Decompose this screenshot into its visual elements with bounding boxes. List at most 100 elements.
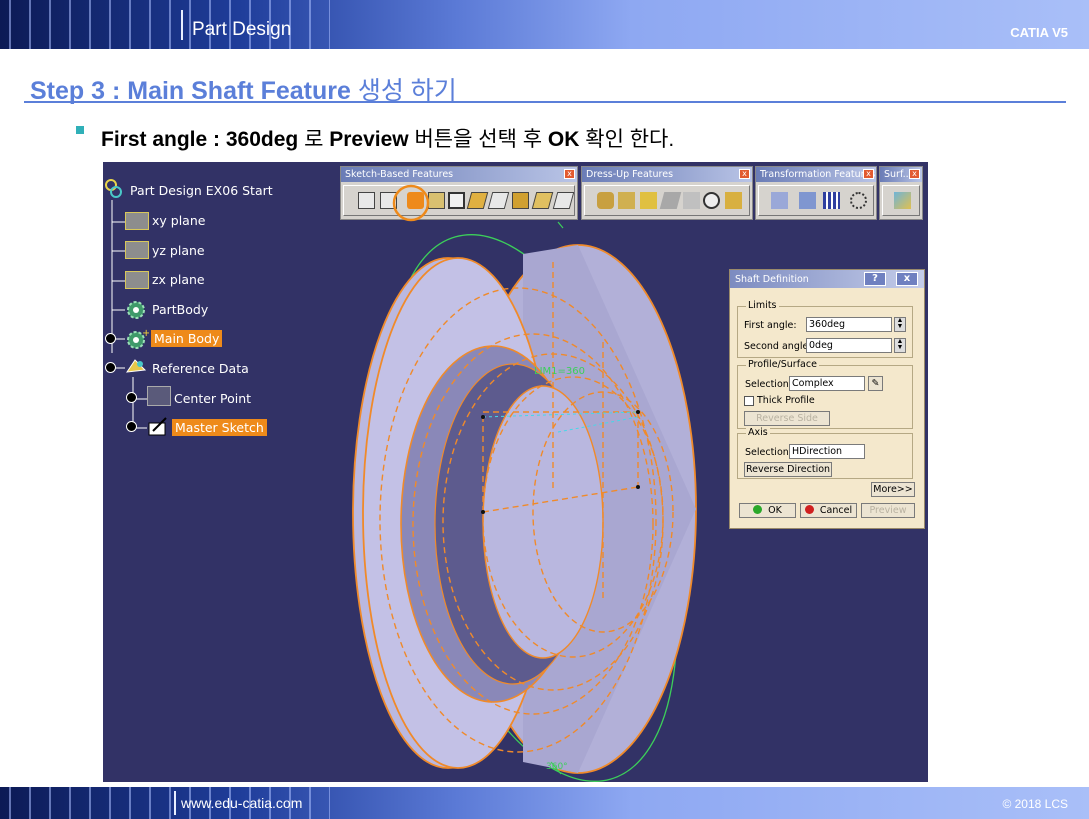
- axis-group: Axis Selection: HDirection Reverse Direc…: [737, 427, 913, 479]
- reverse-direction-button[interactable]: Reverse Direction: [744, 462, 832, 477]
- tree-item-center-point[interactable]: Center Point: [174, 391, 251, 406]
- body-gear-icon: +: [125, 328, 150, 350]
- toolbar-body: [882, 185, 920, 216]
- dialog-title: Shaft Definition: [735, 274, 809, 285]
- instruction-text: First angle : 360deg 로 Preview 버튼을 선택 후 …: [101, 123, 674, 153]
- svg-text:+: +: [142, 328, 149, 339]
- tree-item-part-root[interactable]: Part Design EX06 Start: [130, 183, 273, 198]
- tree-item-xy-plane[interactable]: xy plane: [152, 213, 205, 228]
- footer-bar: www.edu-catia.com © 2018 LCS: [0, 787, 1089, 819]
- fillet-icon[interactable]: [597, 192, 614, 209]
- tree-item-yz-plane[interactable]: yz plane: [152, 243, 205, 258]
- ok-icon: [753, 505, 763, 514]
- toolbar-body: [584, 185, 750, 216]
- profile-surface-label: Profile/Surface: [746, 359, 819, 370]
- close-icon[interactable]: x: [909, 169, 920, 179]
- cancel-icon: [804, 505, 814, 514]
- profile-group: Profile/Surface Selection: Complex ✎ Thi…: [737, 359, 913, 429]
- help-button[interactable]: ?: [864, 272, 886, 286]
- toolbar-transformation[interactable]: Transformation Features x: [755, 166, 877, 220]
- toolbar-title: Transformation Features x: [756, 167, 876, 182]
- instruction-confirm: 확인 한다.: [585, 128, 675, 151]
- draft-icon[interactable]: [640, 192, 657, 209]
- instruction-select: 버튼을 선택 후: [414, 128, 543, 151]
- instruction-first-angle: First angle : 360deg: [101, 128, 299, 151]
- part-root-icon[interactable]: [104, 179, 126, 199]
- shell-icon[interactable]: [659, 192, 682, 209]
- remove-loft-icon[interactable]: [552, 192, 575, 209]
- close-icon[interactable]: x: [739, 169, 750, 179]
- instruction-ok: OK: [547, 128, 580, 151]
- ok-button[interactable]: OK: [739, 503, 796, 518]
- preview-button[interactable]: Preview: [861, 503, 915, 518]
- toolbar-body: [758, 185, 874, 216]
- bullet-square-icon: [76, 126, 84, 134]
- chamfer-icon[interactable]: [618, 192, 635, 209]
- tree-item-master-sketch[interactable]: Master Sketch: [172, 419, 267, 436]
- expand-plus-icon[interactable]: [126, 392, 137, 403]
- highlight-circle: [392, 184, 430, 222]
- pad-icon[interactable]: [358, 192, 375, 209]
- cancel-button[interactable]: Cancel: [800, 503, 857, 518]
- toolbar-title: Surf... x: [880, 167, 922, 182]
- first-angle-spinner[interactable]: ▲ ▼: [894, 317, 906, 332]
- thickness-icon[interactable]: [683, 192, 700, 209]
- axis-label: Axis: [746, 427, 770, 438]
- tree-item-zx-plane[interactable]: zx plane: [152, 272, 205, 287]
- limits-label: Limits: [746, 300, 779, 311]
- axis-selection-field[interactable]: HDirection: [789, 444, 865, 459]
- title-underline: [24, 101, 1066, 103]
- split-icon[interactable]: [894, 192, 911, 209]
- expand-plus-icon[interactable]: [105, 333, 116, 344]
- limit-angle-annotation: 360°: [546, 762, 568, 772]
- limits-group: Limits First angle: 360deg ▲ ▼ Second ang…: [737, 300, 913, 358]
- stiffener-icon[interactable]: [512, 192, 529, 209]
- toolbar-title: Sketch-Based Features x: [341, 167, 577, 182]
- thick-profile-checkbox[interactable]: [744, 396, 754, 406]
- more-button[interactable]: More>>: [871, 482, 915, 497]
- scaling-icon[interactable]: [850, 192, 867, 209]
- first-angle-field[interactable]: 360deg: [806, 317, 892, 332]
- second-angle-label: Second angle:: [744, 341, 812, 352]
- toolbar-surface[interactable]: Surf... x: [879, 166, 923, 220]
- axis-selection-label: Selection:: [745, 447, 792, 458]
- close-icon[interactable]: x: [863, 169, 874, 179]
- footer-website[interactable]: www.edu-catia.com: [181, 795, 302, 811]
- toolbar-dress-up[interactable]: Dress-Up Features x: [581, 166, 753, 220]
- header-title: Part Design: [192, 19, 292, 40]
- hole-icon[interactable]: [448, 192, 465, 209]
- loft-icon[interactable]: [531, 192, 554, 209]
- header-separator: [181, 10, 183, 40]
- slot-icon[interactable]: [487, 192, 510, 209]
- footer-copyright: © 2018 LCS: [1002, 797, 1068, 811]
- tree-item-reference-data[interactable]: Reference Data: [152, 361, 249, 376]
- cad-viewport[interactable]: LIM1=360 360° Part Design EX06 Start xy …: [103, 162, 928, 782]
- tree-item-partbody[interactable]: PartBody: [152, 302, 208, 317]
- dialog-title-bar: Shaft Definition ? x: [730, 270, 924, 288]
- collapse-minus-icon[interactable]: [105, 362, 116, 373]
- instruction-preview: Preview: [329, 128, 409, 151]
- close-icon[interactable]: x: [564, 169, 575, 179]
- tree-item-main-body[interactable]: Main Body: [151, 330, 223, 347]
- profile-selection-field[interactable]: Complex: [789, 376, 865, 391]
- thread-icon[interactable]: [703, 192, 720, 209]
- reference-set-icon: [125, 356, 149, 378]
- reverse-side-button[interactable]: Reverse Side: [744, 411, 830, 426]
- product-name: CATIA V5: [1010, 25, 1068, 40]
- rib-icon[interactable]: [466, 192, 489, 209]
- shaft-definition-dialog[interactable]: Shaft Definition ? x Limits First angle:…: [729, 269, 925, 529]
- second-angle-field[interactable]: 0deg: [806, 338, 892, 353]
- remove-face-icon[interactable]: [725, 192, 742, 209]
- mirror-icon[interactable]: [799, 192, 816, 209]
- plane-icon: [125, 271, 149, 289]
- close-button[interactable]: x: [896, 272, 918, 286]
- sketch-edit-icon[interactable]: ✎: [868, 376, 883, 391]
- translation-icon[interactable]: [771, 192, 788, 209]
- pattern-icon[interactable]: [823, 192, 840, 209]
- thick-profile-label: Thick Profile: [757, 395, 815, 406]
- toolbar-body: [343, 185, 575, 216]
- footer-separator: [174, 791, 176, 815]
- toolbar-sketch-based[interactable]: Sketch-Based Features x: [340, 166, 578, 222]
- expand-plus-icon[interactable]: [126, 421, 137, 432]
- second-angle-spinner[interactable]: ▲ ▼: [894, 338, 906, 353]
